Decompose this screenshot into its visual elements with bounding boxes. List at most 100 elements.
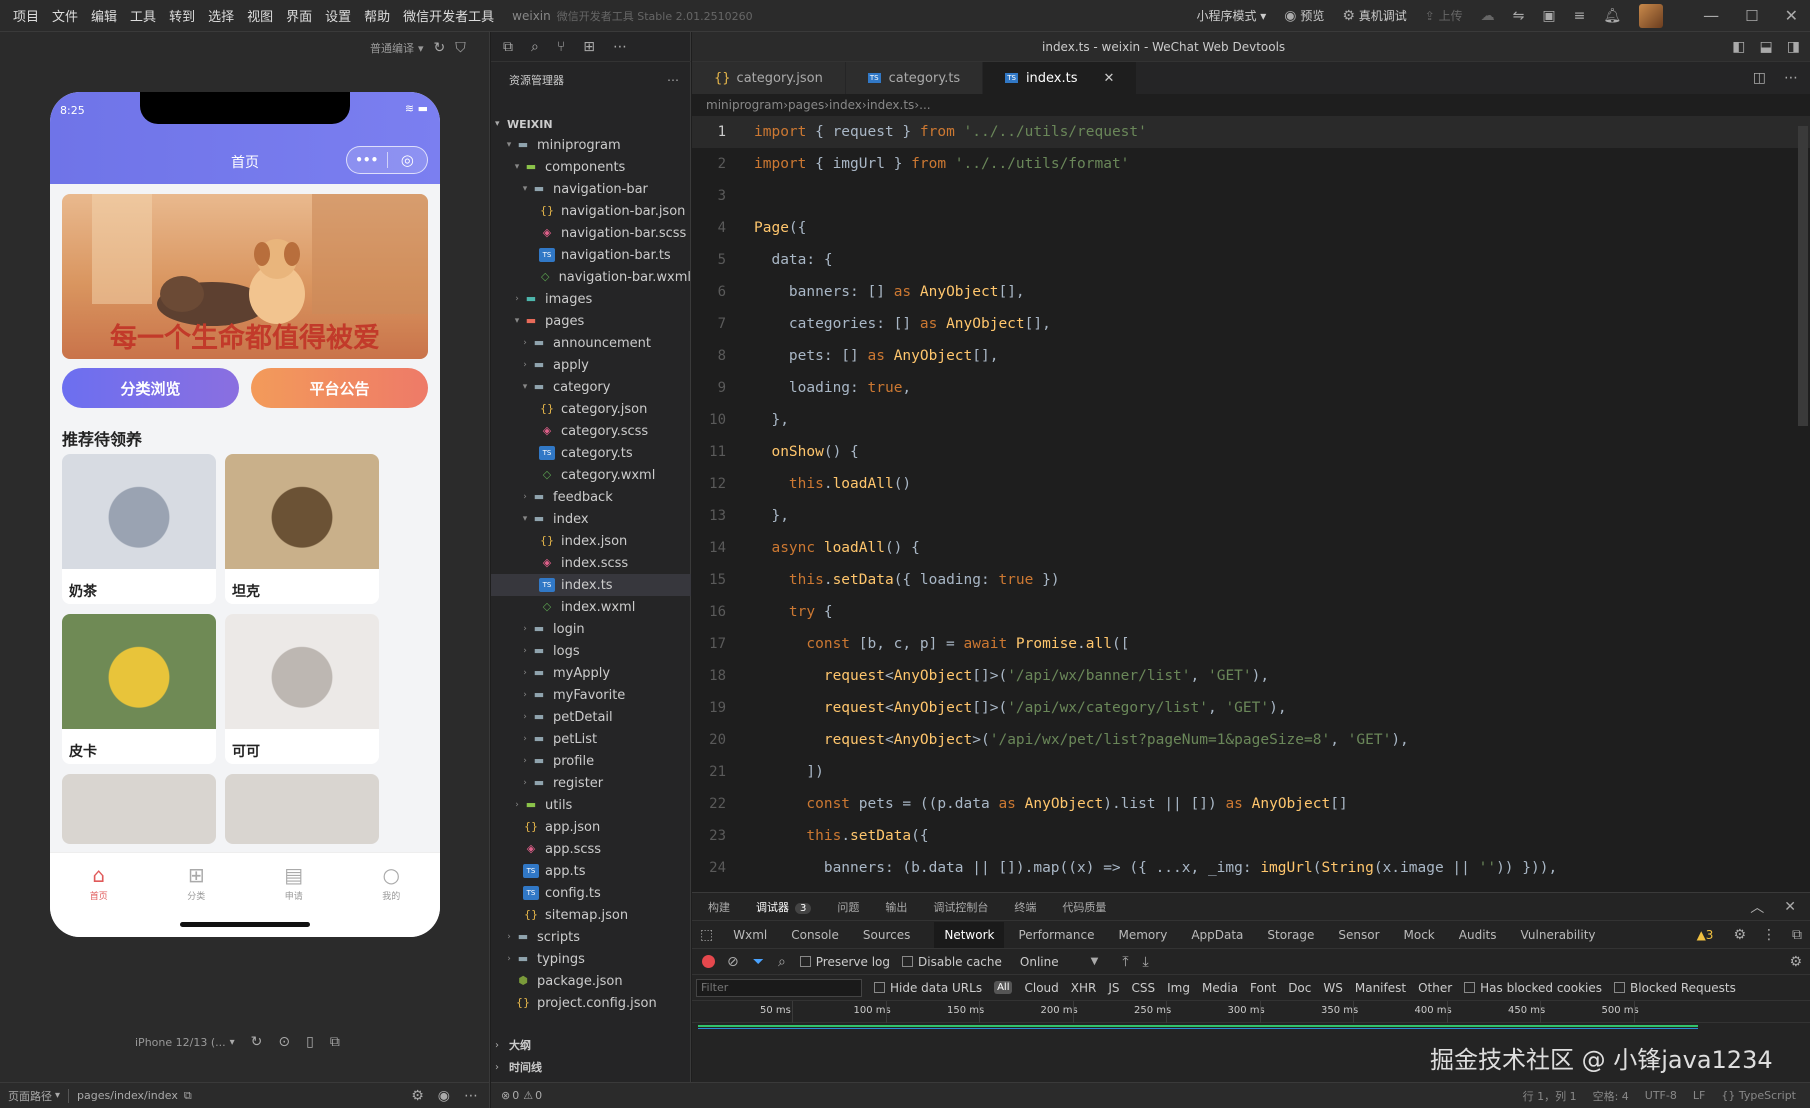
close-window-icon[interactable]: ✕ [1785, 6, 1798, 25]
pet-card[interactable]: 可可兔子 · 海棠兔 [225, 614, 379, 764]
code-line[interactable]: 22 const pets = ((p.data as AnyObject).l… [692, 788, 1810, 820]
capsule-menu[interactable]: ••• ◎ [346, 146, 428, 174]
file-tree-item[interactable]: › ▬ logs [491, 640, 691, 662]
editor-tab[interactable]: TS index.ts ✕ [983, 62, 1138, 94]
devtools-tab[interactable]: 问题 [837, 899, 859, 915]
file-tree-item[interactable]: TS category.ts [491, 442, 691, 464]
file-tree-item[interactable]: {} project.config.json [491, 992, 691, 1014]
eol[interactable]: LF [1693, 1089, 1705, 1102]
filter-img[interactable]: Img [1167, 981, 1190, 995]
file-tree-item[interactable]: ◈ category.scss [491, 420, 691, 442]
file-tree-item[interactable]: ▾ ▬ navigation-bar [491, 178, 691, 200]
code-line[interactable]: 17 const [b, c, p] = await Promise.all([ [692, 628, 1810, 660]
editor-tab[interactable]: TS category.ts [845, 62, 984, 94]
filter-other[interactable]: Other [1418, 981, 1452, 995]
download-icon[interactable]: ⤓ [1143, 954, 1149, 970]
file-tree-item[interactable]: {} app.json [491, 816, 691, 838]
split-editor-icon[interactable]: ◫ [1753, 70, 1766, 86]
code-line[interactable]: 2 import { imgUrl } from '../../utils/for… [692, 148, 1810, 180]
scrollbar[interactable] [1798, 126, 1808, 426]
file-tree-item[interactable]: › ▬ utils [491, 794, 691, 816]
tab-home[interactable]: ⌂ 首页 [69, 863, 129, 902]
maximize-icon[interactable]: ☐ [1745, 7, 1758, 25]
pet-card[interactable]: 坦克其他 · 刺猬(异宠) [225, 454, 379, 604]
code-line[interactable]: 13 }, [692, 500, 1810, 532]
code-line[interactable]: 10 }, [692, 404, 1810, 436]
panel-tab-appdata[interactable]: AppData [1191, 928, 1243, 942]
avatar[interactable] [1639, 3, 1664, 28]
page-path[interactable]: pages/index/index [77, 1089, 178, 1102]
notice-button[interactable]: 平台公告 [251, 368, 428, 408]
code-line[interactable]: 5 data: { [692, 244, 1810, 276]
code-line[interactable]: 18 request<AnyObject[]>('/api/wx/banner/… [692, 660, 1810, 692]
panel-tab-memory[interactable]: Memory [1119, 928, 1168, 942]
menu-item[interactable]: 选择 [208, 6, 234, 25]
disable-cache-checkbox[interactable] [902, 956, 914, 967]
blocked-cookies-checkbox[interactable] [1464, 982, 1476, 993]
file-tree-item[interactable]: › ▬ apply [491, 354, 691, 376]
layout-icon[interactable]: ▣ [1542, 8, 1555, 24]
upload-icon[interactable]: ⤒ [1122, 954, 1128, 970]
code-area[interactable]: 1 import { request } from '../../utils/re… [692, 116, 1810, 884]
file-tree-item[interactable]: ⬢ package.json [491, 970, 691, 992]
dock-icon[interactable]: ⧉ [1792, 927, 1802, 943]
file-tree-item[interactable]: ▾ ▬ index [491, 508, 691, 530]
file-tree-item[interactable]: {} sitemap.json [491, 904, 691, 926]
code-line[interactable]: 15 this.setData({ loading: true }) [692, 564, 1810, 596]
menu-item[interactable]: 界面 [286, 6, 312, 25]
record-icon[interactable]: ⊙ [278, 1034, 290, 1050]
eye-icon[interactable]: ◉ [438, 1088, 450, 1104]
code-line[interactable]: 20 request<AnyObject>('/api/wx/pet/list?… [692, 724, 1810, 756]
file-tree-item[interactable]: › ▬ petDetail [491, 706, 691, 728]
popout-icon[interactable]: ⧉ [330, 1034, 340, 1050]
filter-css[interactable]: CSS [1132, 981, 1156, 995]
rotate-icon[interactable]: ↻ [251, 1034, 263, 1050]
menu-icon[interactable]: ≡ [1574, 8, 1586, 24]
filter-all[interactable]: All [994, 981, 1013, 994]
filter-doc[interactable]: Doc [1288, 981, 1311, 995]
search-icon[interactable]: ⌕ [531, 39, 539, 55]
more-icon[interactable]: ⋯ [613, 39, 627, 55]
filter-input[interactable] [696, 978, 862, 997]
file-tree-item[interactable]: TS app.ts [491, 860, 691, 882]
code-line[interactable]: 9 loading: true, [692, 372, 1810, 404]
close-icon[interactable]: ✕ [1104, 71, 1115, 86]
code-line[interactable]: 21 ]) [692, 756, 1810, 788]
devtools-tab[interactable]: 调试控制台 [933, 899, 988, 915]
code-line[interactable]: 12 this.loadAll() [692, 468, 1810, 500]
code-line[interactable]: 3 [692, 180, 1810, 212]
tab-apply[interactable]: ▤ 申请 [264, 863, 324, 902]
banner-image[interactable]: 每一个生命都值得被爱 [62, 194, 428, 359]
pet-card[interactable]: 奶茶猫咪 · 布偶猫 [62, 454, 216, 604]
refresh-icon[interactable]: ↻ [434, 40, 446, 56]
upload-button[interactable]: ⇪ 上传 [1425, 7, 1463, 24]
devtools-tab[interactable]: 终端 [1014, 899, 1036, 915]
menu-item[interactable]: 设置 [325, 6, 351, 25]
more-icon[interactable]: ⋯ [667, 73, 679, 87]
file-tree-item[interactable]: › ▬ myApply [491, 662, 691, 684]
real-debug-button[interactable]: ⚙ 真机调试 [1342, 7, 1406, 24]
menu-item[interactable]: 文件 [52, 6, 78, 25]
close-icon[interactable]: ✕ [1784, 899, 1796, 915]
swap-icon[interactable]: ⇋ [1513, 8, 1525, 24]
file-tree-item[interactable]: TS config.ts [491, 882, 691, 904]
menu-item[interactable]: 工具 [130, 6, 156, 25]
menu-item[interactable]: 转到 [169, 6, 195, 25]
filter-xhr[interactable]: XHR [1071, 981, 1097, 995]
tab-category[interactable]: ⊞ 分类 [166, 863, 226, 902]
breadcrumb-item[interactable]: ... [919, 98, 930, 112]
devtools-tab[interactable]: 调试器 3 [756, 899, 812, 915]
encoding[interactable]: UTF-8 [1645, 1089, 1677, 1102]
code-line[interactable]: 7 categories: [] as AnyObject[], [692, 308, 1810, 340]
settings-icon[interactable]: ⚙ [1733, 927, 1746, 943]
inspect-icon[interactable]: ⬚ [700, 927, 713, 943]
panel-tab-wxml[interactable]: Wxml [733, 928, 767, 942]
menu-item[interactable]: 编辑 [91, 6, 117, 25]
file-tree-item[interactable]: TS navigation-bar.ts [491, 244, 691, 266]
panel-left-icon[interactable]: ◧ [1732, 39, 1745, 55]
preview-button[interactable]: ◉ 预览 [1284, 7, 1324, 24]
file-tree-item[interactable]: ◇ navigation-bar.wxml [491, 266, 691, 288]
panel-tab-storage[interactable]: Storage [1267, 928, 1314, 942]
preserve-log-checkbox[interactable] [799, 956, 811, 967]
panel-tab-audits[interactable]: Audits [1459, 928, 1497, 942]
